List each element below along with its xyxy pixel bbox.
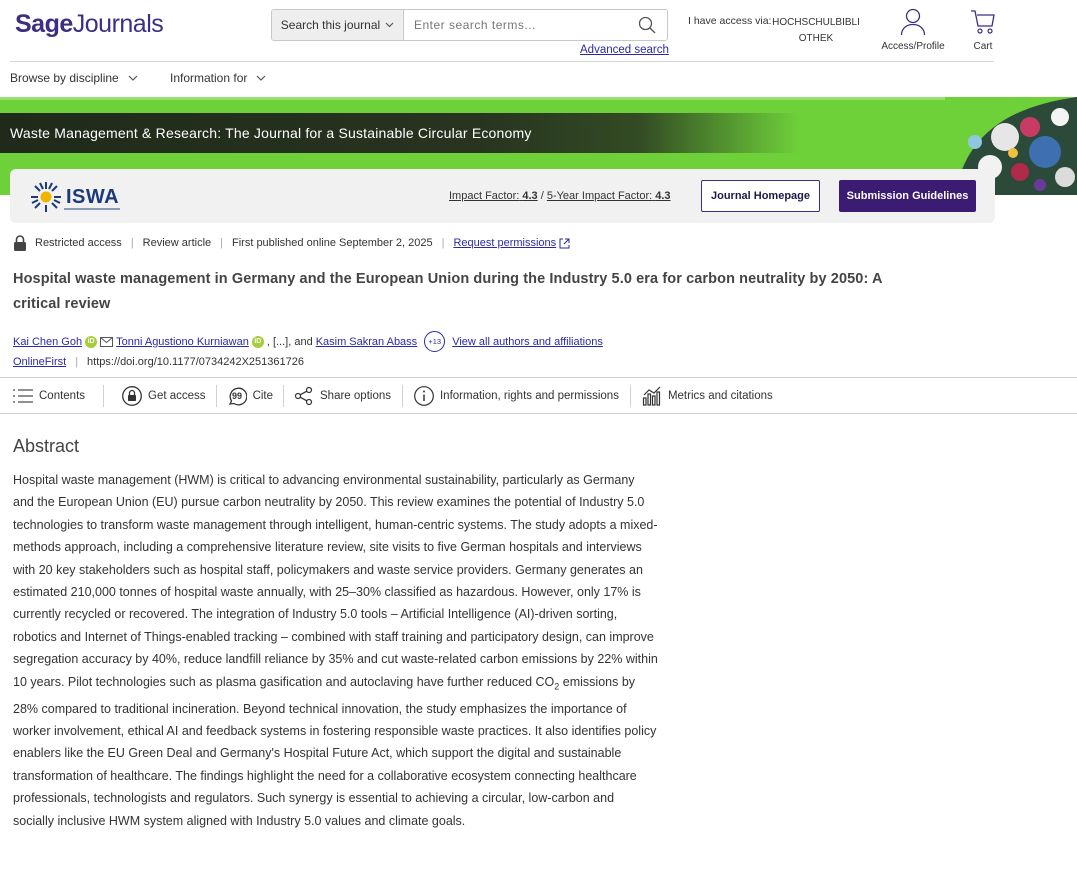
nav-information-for[interactable]: Information for	[170, 71, 266, 85]
publication-date: First published online September 2, 2025	[232, 237, 433, 249]
request-permissions-link[interactable]: Request permissions	[453, 237, 556, 249]
author-link[interactable]: Kai Chen Goh	[13, 336, 82, 348]
contents-label: Contents	[39, 390, 86, 402]
contents-button[interactable]: Contents	[13, 388, 85, 404]
journal-homepage-button[interactable]: Journal Homepage	[701, 180, 820, 212]
five-year-impact-link[interactable]: 5-Year Impact Factor: 4.3	[547, 190, 671, 202]
meta-separator: |	[130, 237, 134, 249]
impact-factor: Impact Factor: 4.3 / 5-Year Impact Facto…	[449, 190, 671, 202]
quote-icon: 99	[228, 387, 247, 406]
impact-factor-value: 4.3	[522, 190, 538, 202]
toolbar-bottom-border	[0, 413, 1077, 414]
author-link[interactable]: Kasim Sakran Abass	[316, 336, 418, 348]
toolbar-separator	[215, 385, 217, 407]
toolbar-top-border	[0, 377, 1077, 378]
sage-journals-logo[interactable]: SageJournals	[15, 10, 164, 39]
impact-factor-label: Impact Factor:	[449, 190, 520, 202]
author-ellipsis: , [...], and	[266, 335, 313, 348]
issue-link[interactable]: OnlineFirst	[13, 356, 66, 368]
cart-button[interactable]: Cart	[966, 8, 1000, 52]
abstract-text-part2: emissions by 28% compared to traditional…	[13, 674, 657, 828]
iswa-logo[interactable]: ISWA	[30, 181, 120, 213]
toolbar-separator	[103, 385, 105, 407]
iswa-logo-subline	[64, 208, 120, 210]
impact-factor-link[interactable]: Impact Factor: 4.3	[449, 190, 538, 202]
access-status: Restricted access	[35, 237, 122, 249]
envelope-icon[interactable]	[100, 336, 114, 347]
cart-label: Cart	[973, 41, 993, 52]
cite-button[interactable]: 99 Cite	[227, 386, 273, 406]
issue-doi-line: OnlineFirst | https://doi.org/10.1177/07…	[13, 356, 304, 368]
bar-chart-icon	[642, 386, 661, 406]
five-year-impact-value: 4.3	[655, 190, 671, 202]
cite-label: Cite	[252, 390, 274, 402]
journal-title[interactable]: Waste Management & Research: The Journal…	[10, 125, 532, 141]
doi-text[interactable]: https://doi.org/10.1177/0734242X25136172…	[87, 356, 304, 368]
advanced-search-link[interactable]: Advanced search	[580, 44, 669, 56]
get-access-button[interactable]: Get access	[122, 386, 206, 406]
metrics-label: Metrics and citations	[667, 390, 773, 402]
nav-browse-discipline[interactable]: Browse by discipline	[10, 71, 138, 85]
access-via-label: I have access via:	[688, 15, 772, 27]
abstract-text: Hospital waste management (HWM) is criti…	[13, 469, 658, 832]
toolbar-separator	[401, 385, 403, 407]
lock-circle-icon	[122, 386, 142, 406]
user-icon	[900, 8, 926, 36]
meta-separator: |	[220, 237, 223, 249]
chevron-down-icon	[256, 75, 266, 81]
list-icon	[13, 389, 33, 403]
iswa-logo-text: ISWA	[66, 185, 120, 208]
toolbar-separator	[629, 385, 631, 407]
view-all-authors-link[interactable]: View all authors and affiliations	[452, 336, 603, 348]
search-icon	[638, 16, 656, 34]
information-rights-button[interactable]: Information, rights and permissions	[414, 386, 619, 406]
search-button[interactable]	[627, 10, 667, 40]
get-access-label: Get access	[148, 390, 206, 402]
nav-browse-label: Browse by discipline	[10, 71, 119, 85]
author-link[interactable]: Tonni Agustiono Kurniawan	[116, 336, 249, 348]
access-institution[interactable]: HOCHSCHULBIBLIOTHEK	[770, 15, 862, 47]
chevron-down-icon	[385, 22, 394, 28]
logo-sage: Sage	[15, 10, 73, 38]
abstract-heading: Abstract	[13, 436, 80, 456]
access-profile-button[interactable]: Access/Profile	[878, 8, 948, 52]
nav-info-label: Information for	[170, 71, 248, 85]
metrics-citations-button[interactable]: Metrics and citations	[642, 386, 773, 406]
share-icon	[294, 386, 313, 406]
author-list: Kai Chen Goh iD Tonni Agustiono Kurniawa…	[13, 331, 603, 352]
meta-separator: |	[441, 237, 445, 249]
more-authors-badge[interactable]: +13	[424, 331, 446, 352]
information-label: Information, rights and permissions	[439, 390, 619, 402]
five-year-impact-label: 5-Year Impact Factor:	[546, 190, 653, 202]
logo-journals: Journals	[72, 10, 164, 38]
submission-guidelines-button[interactable]: Submission Guidelines	[839, 180, 976, 212]
chevron-down-icon	[128, 75, 138, 81]
orcid-icon[interactable]: iD	[85, 335, 98, 348]
search-bar: Search this journal	[271, 9, 668, 41]
article-type: Review article	[142, 237, 212, 249]
cart-icon	[971, 10, 995, 34]
iswa-sun-icon	[31, 182, 61, 212]
article-toolbar: Contents Get access 99 Cite Share option…	[13, 384, 773, 408]
article-meta: Restricted access | Review article | Fir…	[13, 235, 570, 251]
lock-icon	[14, 235, 26, 251]
search-scope-label: Search this journal	[280, 18, 381, 32]
abstract-text-part1: Hospital waste management (HWM) is criti…	[13, 473, 658, 689]
external-link-icon	[559, 238, 570, 248]
article-title: Hospital waste management in Germany and…	[13, 271, 883, 312]
profile-label: Access/Profile	[881, 41, 945, 52]
toolbar-separator	[283, 385, 285, 407]
share-label: Share options	[320, 390, 391, 402]
info-icon	[414, 386, 434, 406]
share-options-button[interactable]: Share options	[294, 386, 391, 406]
search-input[interactable]	[404, 10, 627, 40]
svg-text:99: 99	[232, 391, 242, 401]
orcid-icon[interactable]: iD	[251, 335, 264, 348]
meta-separator: |	[75, 356, 79, 368]
header-divider	[10, 61, 994, 62]
search-scope-select[interactable]: Search this journal	[272, 10, 404, 40]
